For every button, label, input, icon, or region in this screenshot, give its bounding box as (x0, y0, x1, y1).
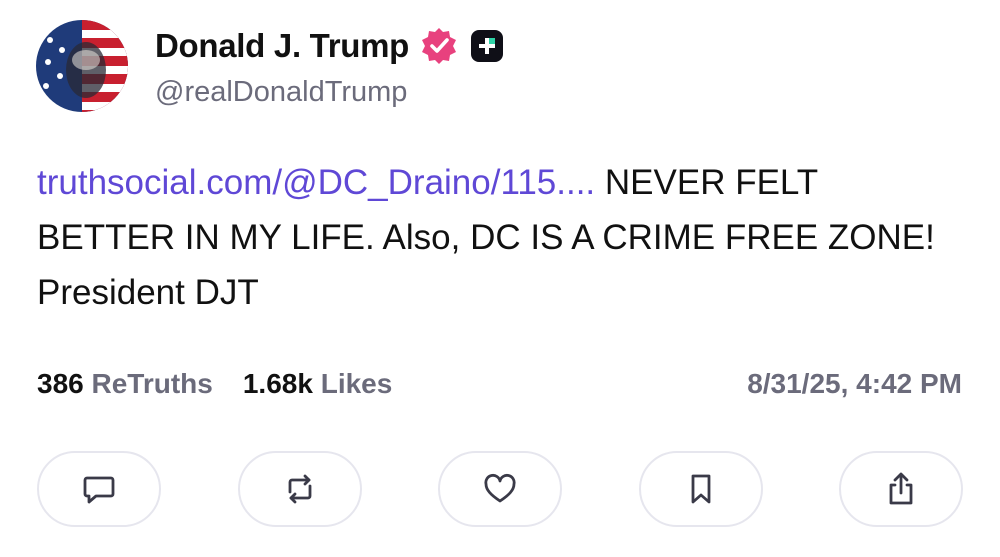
retruths-count: 386 (37, 368, 84, 399)
bookmark-icon (691, 474, 710, 504)
post-body: truthsocial.com/@DC_Draino/115.... NEVER… (37, 155, 937, 320)
likes-label: Likes (320, 368, 393, 399)
author-name[interactable]: Donald J. Trump (155, 27, 409, 65)
action-bar (37, 451, 963, 527)
author-handle[interactable]: @realDonaldTrump (155, 76, 407, 109)
verified-badge-icon (419, 26, 459, 66)
flag-portrait-avatar (36, 20, 128, 112)
post-stats: 386 ReTruths 1.68k Likes (37, 368, 392, 400)
post-timestamp: 8/31/25, 4:42 PM (747, 368, 962, 399)
like-heart-icon (484, 473, 516, 503)
like-button[interactable] (438, 451, 562, 527)
reply-icon (83, 476, 115, 504)
retruths-stat[interactable]: 386 ReTruths (37, 368, 213, 400)
retruth-button[interactable] (237, 451, 362, 527)
post-link[interactable]: truthsocial.com/@DC_Draino/115.... (37, 163, 595, 202)
likes-stat[interactable]: 1.68k Likes (243, 368, 392, 400)
avatar[interactable] (36, 20, 128, 112)
retruth-icon (288, 474, 311, 504)
bookmark-button[interactable] (638, 451, 763, 527)
retruths-label: ReTruths (91, 368, 213, 399)
share-button[interactable] (839, 451, 963, 527)
plus-badge-icon (471, 30, 504, 62)
author-name-row: Donald J. Trump (155, 26, 504, 66)
reply-button[interactable] (37, 451, 161, 527)
share-icon (889, 472, 913, 505)
likes-count: 1.68k (242, 368, 313, 399)
